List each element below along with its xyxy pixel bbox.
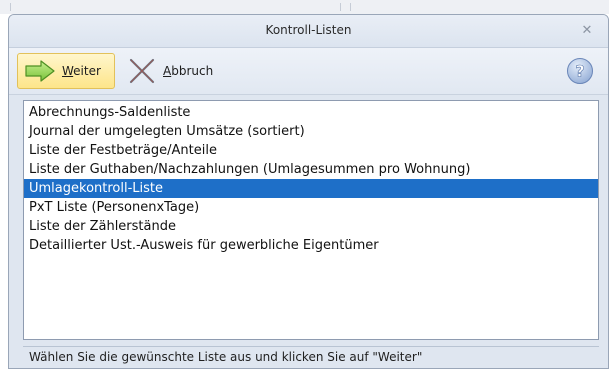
- kontroll-listen-dialog: Kontroll-Listen ✕ Weiter Abbruch ? Abrec…: [8, 14, 609, 369]
- arrow-right-icon: [25, 60, 55, 82]
- toolbar: Weiter Abbruch ?: [9, 48, 608, 95]
- weiter-button[interactable]: Weiter: [17, 53, 115, 89]
- weiter-label: Weiter: [62, 64, 101, 78]
- close-icon[interactable]: ✕: [580, 24, 594, 38]
- list-item-selected[interactable]: Umlagekontroll-Liste: [24, 179, 598, 198]
- abbruch-label: Abbruch: [163, 64, 214, 78]
- background-divider: [350, 3, 351, 11]
- list-item[interactable]: Liste der Zählerstände: [24, 217, 598, 236]
- list-item[interactable]: PxT Liste (PersonenxTage): [24, 198, 598, 217]
- list-item[interactable]: Liste der Guthaben/Nachzahlungen (Umlage…: [24, 160, 598, 179]
- list-box[interactable]: Abrechnungs-Saldenliste Journal der umgel…: [23, 100, 599, 340]
- background-divider: [10, 3, 11, 11]
- cross-icon: [129, 58, 155, 84]
- list-item[interactable]: Liste der Festbeträge/Anteile: [24, 141, 598, 160]
- background-divider: [340, 3, 341, 11]
- help-glyph: ?: [575, 62, 584, 81]
- background-strip: [0, 0, 609, 14]
- status-bar: Wählen Sie die gewünschte Liste aus und …: [23, 346, 599, 366]
- abbruch-button[interactable]: Abbruch: [121, 53, 221, 89]
- list-item[interactable]: Detaillierter Ust.-Ausweis für gewerblic…: [24, 236, 598, 255]
- list-item[interactable]: Abrechnungs-Saldenliste: [24, 103, 598, 122]
- title-bar: Kontroll-Listen ✕: [9, 15, 608, 48]
- help-icon[interactable]: ?: [566, 57, 594, 85]
- list-item[interactable]: Journal der umgelegten Umsätze (sortiert…: [24, 122, 598, 141]
- dialog-title: Kontroll-Listen: [265, 23, 352, 37]
